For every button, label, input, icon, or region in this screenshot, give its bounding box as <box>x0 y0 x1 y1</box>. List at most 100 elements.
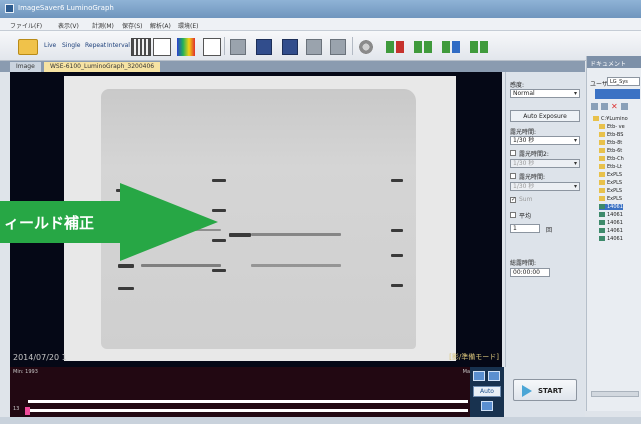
live-button[interactable]: Live <box>44 42 56 62</box>
average-input[interactable]: 1 <box>510 224 540 233</box>
tree-item[interactable]: 14061 <box>599 236 623 242</box>
tab-file[interactable]: WSE-6100_LuminoGraph_3200406 <box>44 62 161 72</box>
selected-row[interactable] <box>595 89 640 99</box>
histogram-curve-icon[interactable] <box>473 371 485 381</box>
blue-filter-icon[interactable] <box>442 39 462 55</box>
tree-item[interactable]: ExPLS <box>599 188 622 194</box>
sensitivity-select[interactable]: Normal <box>510 89 580 98</box>
red-filter-icon[interactable] <box>386 39 406 55</box>
tree-item[interactable]: Etb-Lt <box>599 164 622 170</box>
app-icon <box>5 4 14 13</box>
exposure2-select[interactable]: 1/30 秒 <box>510 159 580 168</box>
settings-panel: 感度: Normal Auto Exposure 露光時間: 1/30 秒 露光… <box>505 72 585 367</box>
arrow-label: ィールド補正 <box>4 214 94 232</box>
histogram-panel: Min: 1993 Max: 1007 65535 13 1007 <box>10 367 492 417</box>
save-16bit-icon[interactable] <box>256 39 272 55</box>
histogram-lower-slider[interactable] <box>28 409 468 412</box>
copy-doc-icon[interactable] <box>601 103 608 110</box>
band <box>118 287 134 290</box>
play-icon <box>522 385 532 397</box>
tab-image[interactable]: Image <box>10 62 41 72</box>
menu-environment[interactable]: 環境(E) <box>178 21 198 30</box>
start-label: START <box>538 387 563 395</box>
band <box>212 269 226 272</box>
grid-view-icon[interactable] <box>131 38 151 56</box>
band <box>212 179 226 182</box>
new-doc-icon[interactable] <box>591 103 598 110</box>
menu-save[interactable]: 保存(S) <box>122 21 143 30</box>
open-folder-icon[interactable] <box>18 39 38 55</box>
repeat-button[interactable]: Repeat <box>85 42 106 62</box>
green-filter-icon[interactable] <box>414 39 434 55</box>
menu-view[interactable]: 表示(V) <box>58 21 79 30</box>
menu-measure[interactable]: 計測(M) <box>92 21 114 30</box>
sensitivity-label: 感度: <box>510 82 525 89</box>
tree-item[interactable]: ExPLS <box>599 180 622 186</box>
histogram-bottom-left-value: 13 <box>13 406 20 412</box>
display-mode-icon[interactable] <box>153 38 171 56</box>
band <box>391 254 403 257</box>
delete-icon[interactable]: ✕ <box>611 103 618 111</box>
tree-item[interactable]: ExPLS <box>599 196 622 202</box>
tree-item[interactable]: 14061 <box>599 204 623 210</box>
tree-item[interactable]: 14061 <box>599 228 623 234</box>
tree-item[interactable]: Etb-8t <box>599 140 622 146</box>
edit-icon[interactable] <box>621 103 628 110</box>
interval-button[interactable]: Interval <box>107 42 130 62</box>
start-button[interactable]: START <box>513 379 577 401</box>
band <box>118 264 134 268</box>
start-area: START <box>505 367 585 417</box>
settings-gear-icon[interactable] <box>358 39 374 55</box>
uv-filter-icon[interactable] <box>470 39 490 55</box>
tree-item[interactable]: Etb-BS <box>599 132 623 138</box>
tree-item[interactable]: ExPLS <box>599 172 622 178</box>
total-exposure-field: 00:00:00 <box>510 268 550 277</box>
histogram-settings-icon[interactable] <box>481 401 493 411</box>
save-icon[interactable] <box>282 39 298 55</box>
band <box>251 264 341 267</box>
menu-analyze[interactable]: 解析(A) <box>150 21 171 30</box>
total-exposure-label: 総露時間: <box>510 260 537 267</box>
exposure-time-select[interactable]: 1/30 秒 <box>510 136 580 145</box>
app-window: ImageSaver6 LuminoGraph ファイル(F) 表示(V) 計測… <box>0 0 641 424</box>
tree-item[interactable]: 14061 <box>599 220 623 226</box>
histogram-upper-slider[interactable] <box>28 400 468 403</box>
auto-exposure-button[interactable]: Auto Exposure <box>510 110 580 122</box>
band <box>229 233 251 237</box>
horizontal-scrollbar[interactable] <box>591 391 639 397</box>
tree-item[interactable]: C:¥Lumino <box>593 116 628 122</box>
tree-item[interactable]: Etb-6t <box>599 148 622 154</box>
toolbar-separator <box>224 37 225 55</box>
band <box>391 229 403 232</box>
pseudo-color-icon[interactable] <box>177 38 195 56</box>
exposure2-label: 露光時間2: <box>519 151 549 158</box>
auto-contrast-button[interactable]: Auto <box>473 386 501 397</box>
mode-label: [影/準備モード] <box>449 353 499 361</box>
toolbar-separator <box>352 37 353 55</box>
band <box>391 179 403 182</box>
tree-item[interactable]: Etb- ve <box>599 124 625 130</box>
tree-item[interactable]: 14061 <box>599 212 623 218</box>
exposure3-select[interactable]: 1/30 秒 <box>510 182 580 191</box>
user-input[interactable]: LG_Sys <box>607 77 640 86</box>
camera-icon[interactable] <box>306 39 322 55</box>
frame-icon[interactable] <box>203 38 221 56</box>
tree-item[interactable]: Etb-Ch <box>599 156 624 162</box>
exposure2-checkbox[interactable] <box>510 150 516 156</box>
average-checkbox[interactable] <box>510 212 516 218</box>
band <box>391 284 403 287</box>
sum-checkbox[interactable] <box>510 196 516 203</box>
histogram-reset-icon[interactable] <box>488 371 500 381</box>
menu-file[interactable]: ファイル(F) <box>10 21 42 30</box>
toolbar: Live Single Repeat Interval <box>0 31 641 61</box>
histogram-marker[interactable] <box>25 407 30 415</box>
exposure3-checkbox[interactable] <box>510 173 516 179</box>
calendar-icon[interactable] <box>230 39 246 55</box>
window-icon[interactable] <box>330 39 346 55</box>
exposure-time-label: 露光時間: <box>510 129 537 136</box>
document-panel: ドキュメント ユーザー LG_Sys ✕ C:¥Lumino Etb- ve E… <box>586 56 641 411</box>
band <box>141 264 221 267</box>
timestamp: 2014/07/20 1 <box>13 353 67 362</box>
band <box>251 233 341 236</box>
single-button[interactable]: Single <box>62 42 80 62</box>
